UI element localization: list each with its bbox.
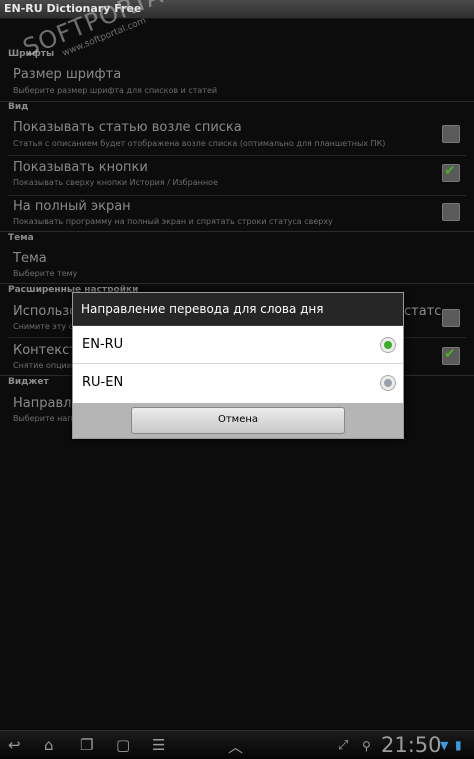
item-divider	[8, 155, 466, 156]
setting-use-title-tail: статс	[404, 304, 442, 319]
show-buttons-checkbox[interactable]: ✔	[442, 163, 460, 182]
section-header-widget: Виджет	[8, 377, 49, 387]
back-icon[interactable]: ↩	[8, 736, 21, 754]
setting-theme-subtitle: Выберите тему	[13, 269, 78, 278]
clock: 21:50	[381, 733, 442, 757]
chevron-up-icon[interactable]: ︿	[228, 736, 243, 757]
translation-direction-dialog: Направление перевода для слова дня EN-RU…	[72, 292, 404, 439]
use-checkbox[interactable]	[442, 309, 460, 327]
setting-show-buttons-title[interactable]: Показывать кнопки	[13, 160, 148, 175]
recent-apps-icon[interactable]: ❐	[80, 736, 93, 754]
radio-selected-icon[interactable]	[380, 337, 396, 353]
section-header-theme: Тема	[8, 233, 34, 243]
show-article-checkbox[interactable]	[442, 125, 460, 143]
wifi-icon: ▼	[440, 739, 449, 752]
home-icon[interactable]: ⌂	[44, 736, 54, 754]
section-divider	[0, 101, 474, 102]
setting-theme-title[interactable]: Тема	[13, 251, 47, 266]
screenshot-icon[interactable]: ▢	[116, 736, 130, 754]
option-label: RU-EN	[82, 375, 124, 390]
usb-icon: ⚲	[362, 739, 371, 753]
menu-icon[interactable]: ☰	[152, 736, 165, 754]
setting-show-article-subtitle: Статья с описанием будет отображена возл…	[13, 139, 386, 148]
section-divider	[0, 231, 474, 232]
cancel-button[interactable]: Отмена	[131, 407, 345, 434]
setting-font-size-subtitle: Выберите размер шрифта для списков и ста…	[13, 86, 218, 95]
setting-context-title[interactable]: Контекст	[13, 343, 77, 358]
setting-direction-subtitle: Выберите напр	[13, 414, 78, 423]
setting-show-article-title[interactable]: Показывать статью возле списка	[13, 120, 242, 135]
dialog-title: Направление перевода для слова дня	[81, 302, 324, 316]
system-navigation-bar: ↩ ⌂ ❐ ▢ ☰ ︿ ⤢ ⚲ 21:50 ▼ ▮	[0, 730, 474, 759]
checkmark-icon: ✔	[444, 346, 456, 362]
checkmark-icon: ✔	[444, 163, 456, 179]
section-header-view: Вид	[8, 102, 29, 112]
setting-direction-title[interactable]: Направле	[13, 396, 79, 411]
setting-use-subtitle: Снимите эту оп	[13, 322, 79, 331]
context-checkbox[interactable]: ✔	[442, 346, 460, 365]
radio-unselected-icon[interactable]	[380, 375, 396, 391]
option-en-ru[interactable]: EN-RU	[73, 326, 403, 364]
fullscreen-checkbox[interactable]	[442, 203, 460, 221]
setting-fullscreen-subtitle: Показывать программу на полный экран и с…	[13, 217, 333, 226]
setting-font-size-title[interactable]: Размер шрифта	[13, 67, 121, 82]
battery-icon: ▮	[455, 738, 462, 752]
option-label: EN-RU	[82, 337, 124, 352]
option-ru-en[interactable]: RU-EN	[73, 364, 403, 402]
item-divider	[8, 195, 466, 196]
dialog-header: Направление перевода для слова дня	[73, 293, 403, 327]
setting-context-subtitle: Снятие опции	[13, 361, 72, 370]
setting-fullscreen-title[interactable]: На полный экран	[13, 199, 131, 214]
dialog-footer: Отмена	[73, 403, 403, 438]
section-divider	[0, 283, 474, 284]
fullscreen-icon[interactable]: ⤢	[338, 738, 348, 753]
setting-show-buttons-subtitle: Показывать сверху кнопки История / Избра…	[13, 178, 218, 187]
